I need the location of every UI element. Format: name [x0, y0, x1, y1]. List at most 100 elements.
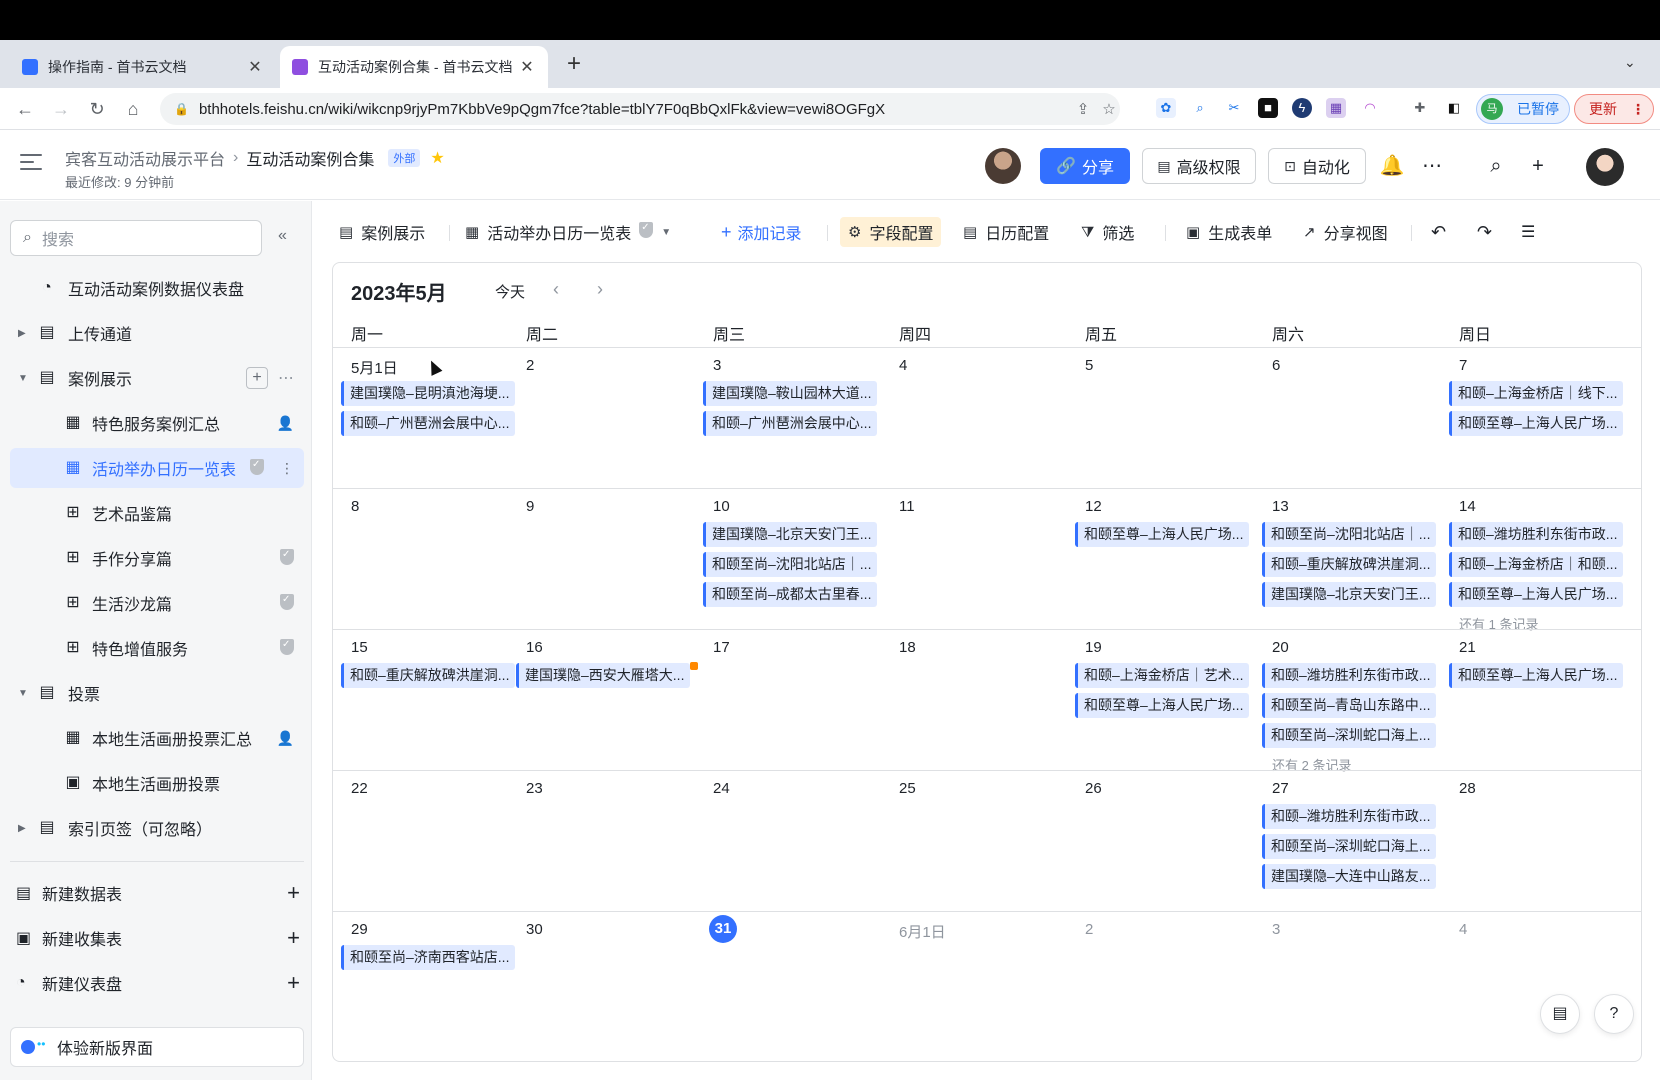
event-card[interactable]: 和颐至尚–沈阳北站店｜... [1262, 522, 1436, 547]
event-card[interactable]: 建国璞隐–鞍山园林大道... [703, 381, 877, 406]
event-card[interactable]: 和颐–上海金桥店｜艺术... [1075, 663, 1249, 688]
event-card[interactable]: 建国璞隐–北京天安门王... [1262, 582, 1436, 607]
back-arrow-icon[interactable]: ← [12, 96, 38, 122]
event-card[interactable]: 和颐至尚–深圳蛇口海上... [1262, 834, 1436, 859]
more-records-link[interactable]: 还有 2 条记录 [1272, 755, 1351, 774]
share-button[interactable]: 🔗 分享 [1040, 148, 1130, 184]
event-card[interactable]: 建国璞隐–西安大雁塔大... [516, 663, 690, 688]
event-card[interactable]: 建国璞隐–大连中山路友... [1262, 864, 1436, 889]
sidebar-item-art[interactable]: ⊞ 艺术品鉴篇 [10, 493, 304, 533]
event-card[interactable]: 和颐至尊–上海人民广场... [1449, 663, 1623, 688]
add-icon[interactable]: + [1524, 152, 1552, 180]
event-card[interactable]: 建国璞隐–昆明滇池海埂... [341, 381, 515, 406]
bell-icon[interactable]: 🔔 [1378, 152, 1406, 180]
plus-icon[interactable]: + [287, 880, 300, 906]
home-icon[interactable]: ⌂ [120, 96, 146, 122]
share-page-icon[interactable]: ⇪ [1072, 99, 1094, 121]
calendar-config-button[interactable]: ▤ 日历配置 [963, 217, 1049, 247]
extension-game-icon[interactable]: ■ [1258, 98, 1278, 118]
caret-right-icon[interactable]: ▶ [18, 328, 26, 339]
sidebar-item-vote-form[interactable]: ▣ 本地生活画册投票 [10, 763, 304, 803]
new-table-button[interactable]: ▤ 新建数据表 + [10, 873, 304, 913]
collaborator-avatar[interactable] [985, 148, 1021, 184]
event-card[interactable]: 和颐–潍坊胜利东街市政... [1449, 522, 1623, 547]
extensions-puzzle-icon[interactable]: ✚ [1410, 98, 1430, 118]
try-new-ui-button[interactable]: 体验新版界面 [10, 1027, 304, 1067]
new-tab-button[interactable]: + [562, 50, 586, 78]
reload-icon[interactable]: ↻ [84, 96, 110, 122]
event-card[interactable]: 和颐–潍坊胜利东街市政... [1262, 804, 1436, 829]
collapse-sidebar-icon[interactable]: « [278, 227, 287, 245]
sidebar-item-salon[interactable]: ⊞ 生活沙龙篇 [10, 583, 304, 623]
plus-icon[interactable]: + [287, 925, 300, 951]
my-avatar[interactable] [1586, 148, 1624, 186]
event-card[interactable]: 和颐至尚–青岛山东路中... [1262, 693, 1436, 718]
event-card[interactable]: 和颐至尊–上海人民广场... [1075, 522, 1249, 547]
extension-image-icon[interactable]: ▦ [1326, 98, 1346, 118]
new-dashboard-button[interactable]: ◔ 新建仪表盘 + [10, 963, 304, 1003]
url-field[interactable]: 🔒 bthhotels.feishu.cn/wiki/wikcnp9rjyPm7… [160, 93, 1120, 125]
sidebar-item-value-added[interactable]: ⊞ 特色增值服务 [10, 628, 304, 668]
event-card[interactable]: 和颐–广州琶洲会展中心... [703, 411, 877, 436]
sidebar-item-vote-summary[interactable]: ▦ 本地生活画册投票汇总 👤 [10, 718, 304, 758]
event-card[interactable]: 和颐–重庆解放碑洪崖洞... [341, 663, 515, 688]
extension-bolt-icon[interactable]: ϟ [1292, 98, 1312, 118]
help-button[interactable]: ? [1594, 994, 1634, 1034]
sidebar-item-special-service[interactable]: ▦ 特色服务案例汇总 👤 [10, 403, 304, 443]
browser-tab-guide[interactable]: 操作指南 - 首书云文档 ✕ [10, 46, 276, 88]
event-card[interactable]: 和颐至尚–深圳蛇口海上... [1262, 723, 1436, 748]
chevron-right-icon[interactable]: › [597, 279, 603, 300]
event-card[interactable]: 和颐–上海金桥店｜线下... [1449, 381, 1623, 406]
undo-icon[interactable]: ↶ [1431, 217, 1446, 247]
breadcrumb-parent[interactable]: 宾客互动活动展示平台 [65, 146, 225, 170]
sidebar-item-index[interactable]: ▶ ▤ 索引页签（可忽略） [10, 808, 304, 848]
more-icon[interactable]: ⋯ [1418, 152, 1446, 180]
event-card[interactable]: 和颐–重庆解放碑洪崖洞... [1262, 552, 1436, 577]
view-selector[interactable]: ▦ 活动举办日历一览表 ▼ [465, 217, 671, 247]
plus-icon[interactable]: + [287, 970, 300, 996]
sidebar-item-dashboard[interactable]: ◔ 互动活动案例数据仪表盘 [10, 268, 304, 308]
event-card[interactable]: 和颐至尚–成都太古里春... [703, 582, 877, 607]
event-card[interactable]: 和颐至尊–上海人民广场... [1075, 693, 1249, 718]
share-view-button[interactable]: ↗ 分享视图 [1303, 217, 1388, 247]
table-name-button[interactable]: ▤ 案例展示 [339, 217, 425, 247]
field-config-button[interactable]: ⚙ 字段配置 [840, 217, 942, 247]
more-records-link[interactable]: 还有 1 条记录 [1459, 614, 1538, 633]
update-button[interactable]: 更新 ⋮ [1574, 94, 1654, 124]
caret-down-icon[interactable]: ▼ [18, 373, 28, 384]
browser-tab-cases[interactable]: 互动活动案例合集 - 首书云文档 ✕ [280, 46, 548, 88]
sidebar-item-upload[interactable]: ▶ ▤ 上传通道 [10, 313, 304, 353]
side-panel-icon[interactable]: ◧ [1444, 98, 1464, 118]
new-form-button[interactable]: ▣ 新建收集表 + [10, 918, 304, 958]
sidebar-item-cases[interactable]: ▼ ▤ 案例展示 + ⋯ [10, 358, 304, 398]
favorite-star-icon[interactable]: ★ [430, 148, 444, 168]
event-card[interactable]: 和颐至尊–上海人民广场... [1449, 411, 1623, 436]
close-tab-icon[interactable]: ✕ [518, 57, 536, 77]
sidebar-item-calendar[interactable]: ▦ 活动举办日历一览表 ⋮ [10, 448, 304, 488]
event-card[interactable]: 和颐–潍坊胜利东街市政... [1262, 663, 1436, 688]
more-vertical-icon[interactable]: ⋮ [280, 460, 294, 477]
add-view-icon[interactable]: + [246, 367, 268, 389]
event-card[interactable]: 和颐至尚–沈阳北站店｜... [703, 552, 877, 577]
advanced-permissions-button[interactable]: ▤ 高级权限 [1142, 148, 1256, 184]
sidebar-item-vote[interactable]: ▼ ▤ 投票 [10, 673, 304, 713]
profile-paused-button[interactable]: 马 已暂停 [1476, 94, 1570, 124]
chevron-left-icon[interactable]: ‹ [553, 279, 559, 300]
redo-icon[interactable]: ↷ [1477, 217, 1492, 247]
generate-form-button[interactable]: ▣ 生成表单 [1186, 217, 1272, 247]
more-icon[interactable]: ⋯ [278, 368, 294, 388]
doc-float-button[interactable]: ▤ [1540, 994, 1580, 1034]
sidebar-item-handcraft[interactable]: ⊞ 手作分享篇 [10, 538, 304, 578]
forward-arrow-icon[interactable]: → [48, 96, 74, 122]
menu-toggle-icon[interactable] [20, 154, 42, 170]
bookmark-star-icon[interactable]: ☆ [1098, 99, 1120, 121]
event-card[interactable]: 和颐至尚–济南西客站店... [341, 945, 515, 970]
search-input[interactable]: ⌕ 搜索 [10, 220, 262, 256]
event-card[interactable]: 和颐–上海金桥店｜和颐... [1449, 552, 1623, 577]
extension-chrome-icon[interactable]: ✿ [1156, 98, 1176, 118]
close-tab-icon[interactable]: ✕ [246, 57, 264, 77]
tab-search-chevron-icon[interactable]: ⌄ [1624, 54, 1636, 71]
extension-search-icon[interactable]: ⌕ [1190, 98, 1210, 118]
today-button[interactable]: 今天 [495, 281, 525, 302]
caret-down-icon[interactable]: ▼ [18, 688, 28, 699]
